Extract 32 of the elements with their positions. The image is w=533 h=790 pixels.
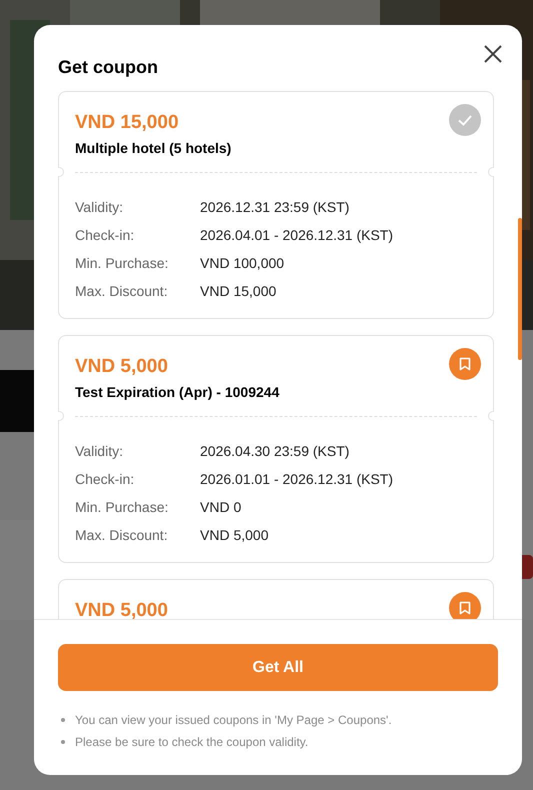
detail-label: Validity:: [75, 442, 124, 461]
note-text: Please be sure to check the coupon validity.: [75, 734, 308, 750]
get-all-button[interactable]: Get All: [58, 644, 498, 691]
coupon-amount: VND 5,000: [75, 355, 168, 379]
scrollbar[interactable]: [518, 218, 522, 360]
bookmark-icon[interactable]: [449, 592, 481, 619]
detail-label: Check-in:: [75, 470, 136, 488]
detail-value: 2026.04.01 - 2026.12.31 (KST): [200, 226, 394, 245]
detail-label: Min. Purchase:: [75, 498, 170, 516]
check-icon[interactable]: [449, 104, 481, 136]
coupon-amount: VND 5,000: [75, 599, 168, 619]
detail-value: VND 15,000: [200, 282, 276, 300]
detail-label: Max. Discount:: [75, 282, 169, 300]
detail-label: Min. Purchase:: [75, 254, 170, 272]
detail-value: VND 0: [200, 498, 242, 516]
close-button[interactable]: [482, 43, 504, 65]
dialog-title: Get coupon: [58, 56, 158, 78]
coupon-amount: VND 15,000: [75, 111, 179, 135]
detail-value: 2026.12.31 23:59 (KST): [200, 198, 350, 217]
bullet-icon: [61, 740, 65, 744]
bullet-icon: [61, 718, 65, 722]
coupon-name: Multiple hotel (5 hotels): [75, 139, 232, 158]
note-text: You can view your issued coupons in 'My Page > Coupons'.: [75, 712, 392, 728]
detail-label: Max. Discount:: [75, 526, 169, 544]
bookmark-icon[interactable]: [449, 348, 481, 380]
detail-label: Validity:: [75, 198, 124, 217]
detail-label: Check-in:: [75, 226, 136, 244]
detail-value: VND 100,000: [200, 254, 284, 272]
detail-value: 2026.01.01 - 2026.12.31 (KST): [200, 470, 394, 489]
detail-value: 2026.04.30 23:59 (KST): [200, 442, 350, 461]
coupon-name: Test Expiration (Apr) - 1009244: [75, 383, 280, 402]
detail-value: VND 5,000: [200, 526, 268, 544]
